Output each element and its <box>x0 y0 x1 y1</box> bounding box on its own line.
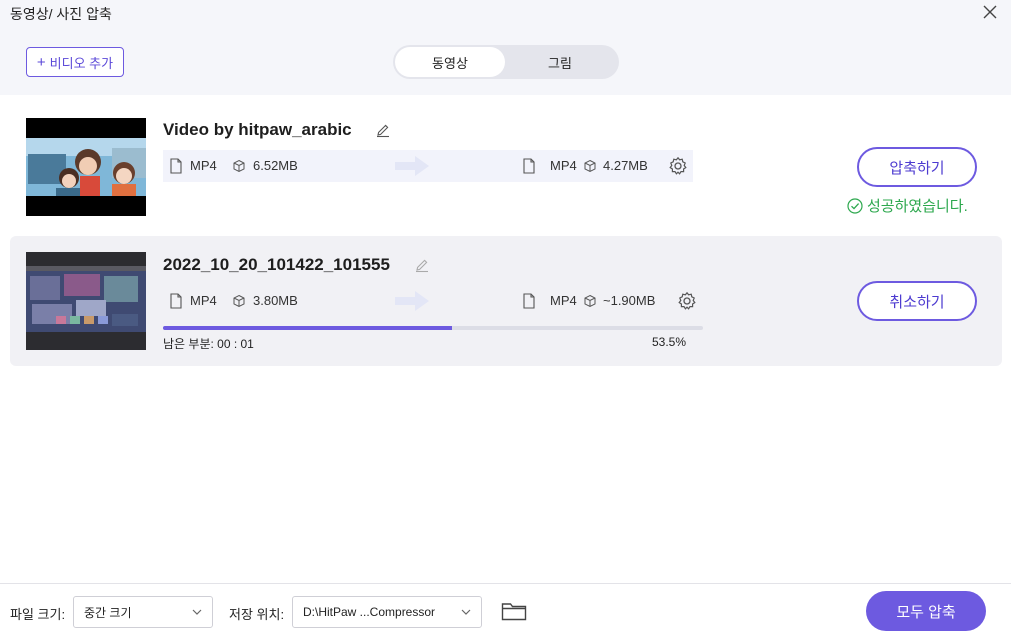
add-video-button[interactable]: + 비디오 추가 <box>26 47 124 77</box>
check-circle-icon <box>847 197 863 214</box>
footer-bar: 파일 크기: 중간 크기 저장 위치: D:\HitPaw ...Compres… <box>0 583 1011 633</box>
title-bar: 동영상/ 사진 압축 + 비디오 추가 동영상 그림 <box>0 0 1011 95</box>
size-cube-icon <box>583 293 597 309</box>
save-location-select[interactable]: D:\HitPaw ...Compressor <box>292 596 482 628</box>
progress-percent: 53.5% <box>652 335 687 349</box>
target-format: MP4 <box>550 293 577 308</box>
remaining-time: 남은 부분: 00 : 01 <box>163 337 254 351</box>
target-format: MP4 <box>550 158 577 173</box>
media-type-switch: 동영상 그림 <box>393 45 619 79</box>
success-status: 성공하였습니다. <box>847 195 968 216</box>
size-cube-icon <box>232 158 246 174</box>
video-thumbnail <box>26 252 146 350</box>
file-size-label: 파일 크기: <box>10 607 66 622</box>
file-item: 2022_10_20_101422_101555 MP4 3.80MB MP4 … <box>10 236 1002 366</box>
edit-name-icon[interactable] <box>414 257 430 273</box>
file-size-value: 중간 크기 <box>84 605 132 620</box>
source-format: MP4 <box>190 158 217 173</box>
progress-fill <box>163 326 452 330</box>
source-size: 6.52MB <box>253 158 298 173</box>
file-info-row: MP4 6.52MB MP4 4.27MB <box>163 150 693 182</box>
compress-button[interactable]: 압축하기 <box>857 147 977 187</box>
folder-icon[interactable] <box>501 601 527 621</box>
compress-all-button[interactable]: 모두 압축 <box>866 591 986 631</box>
file-icon <box>169 293 183 309</box>
chevron-down-icon <box>192 609 202 615</box>
file-title: Video by hitpaw_arabic <box>163 120 352 139</box>
settings-gear-icon[interactable] <box>677 291 697 311</box>
window-title: 동영상/ 사진 압축 <box>10 6 112 22</box>
file-icon <box>522 158 536 174</box>
cancel-button[interactable]: 취소하기 <box>857 281 977 321</box>
tab-image[interactable]: 그림 <box>505 47 615 77</box>
size-cube-icon <box>232 293 246 309</box>
tab-video[interactable]: 동영상 <box>395 47 505 77</box>
edit-name-icon[interactable] <box>375 122 391 138</box>
success-text: 성공하였습니다. <box>867 198 968 215</box>
save-location-label: 저장 위치: <box>229 607 285 622</box>
convert-arrow-icon <box>393 154 433 178</box>
add-video-label: 비디오 추가 <box>49 55 114 71</box>
file-icon <box>169 158 183 174</box>
convert-arrow-icon <box>393 289 433 313</box>
target-size: ~1.90MB <box>603 293 656 308</box>
plus-icon: + <box>36 53 46 71</box>
file-size-select[interactable]: 중간 크기 <box>73 596 213 628</box>
compression-progress-bar <box>163 326 703 330</box>
file-item: Video by hitpaw_arabic MP4 6.52MB MP4 4.… <box>10 104 1002 229</box>
size-cube-icon <box>583 158 597 174</box>
file-info-row: MP4 3.80MB MP4 ~1.90MB <box>163 285 696 317</box>
video-thumbnail <box>26 118 146 216</box>
chevron-down-icon <box>461 609 471 615</box>
source-format: MP4 <box>190 293 217 308</box>
source-size: 3.80MB <box>253 293 298 308</box>
close-icon[interactable] <box>980 2 1000 22</box>
settings-gear-icon[interactable] <box>668 156 688 176</box>
file-icon <box>522 293 536 309</box>
file-title: 2022_10_20_101422_101555 <box>163 255 390 274</box>
save-location-value: D:\HitPaw ...Compressor <box>303 605 436 619</box>
target-size: 4.27MB <box>603 158 648 173</box>
